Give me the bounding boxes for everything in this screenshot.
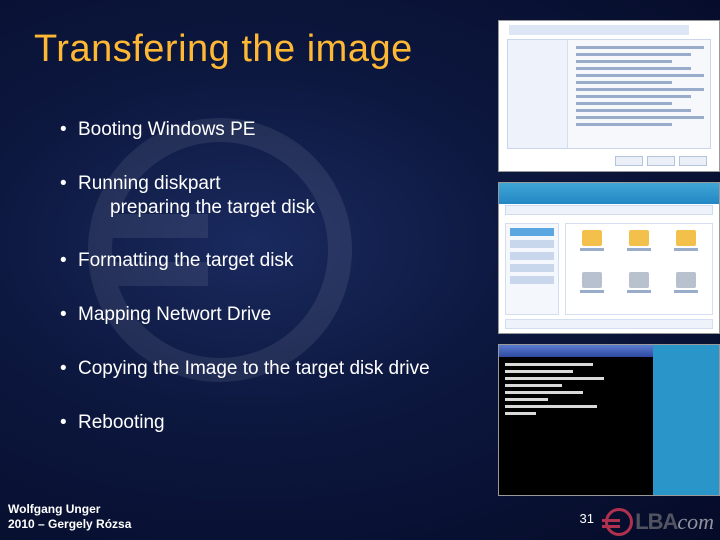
logo-text-lba: LBA <box>635 509 677 535</box>
bullet-text: Booting Windows PE <box>78 119 255 140</box>
bullet-text: Copying the Image to the target disk dri… <box>78 358 430 379</box>
footer-line1: Wolfgang Unger <box>8 502 131 517</box>
slide-title: Transfering the image <box>34 28 413 71</box>
page-number: 31 <box>580 511 594 526</box>
logo-text-com: com <box>677 509 714 535</box>
bullet-subtext: preparing the target disk <box>78 196 440 220</box>
bullet-item: Formatting the target disk <box>60 249 440 273</box>
explorer-window-screenshot <box>498 182 720 334</box>
euro-icon <box>605 508 633 536</box>
bullet-item: Copying the Image to the target disk dri… <box>60 357 440 381</box>
command-prompt-screenshot <box>498 344 720 496</box>
thumbnail-column <box>498 20 720 496</box>
bullet-item: Rebooting <box>60 411 440 435</box>
bullet-item: Mapping Networt Drive <box>60 303 440 327</box>
bullet-text: Running diskpart <box>78 173 221 194</box>
bullet-item: Booting Windows PE <box>60 118 440 142</box>
lba-logo: LBA com <box>605 508 714 536</box>
bullet-text: Rebooting <box>78 412 165 433</box>
footer-credits: Wolfgang Unger 2010 – Gergely Rózsa <box>8 502 131 532</box>
winpe-setup-screenshot <box>498 20 720 172</box>
bullet-item: Running diskpartpreparing the target dis… <box>60 172 440 220</box>
bullet-text: Mapping Networt Drive <box>78 304 271 325</box>
footer-line2: 2010 – Gergely Rózsa <box>8 517 131 532</box>
bullet-text: Formatting the target disk <box>78 250 293 271</box>
bullet-list: Booting Windows PE Running diskpartprepa… <box>60 118 440 464</box>
